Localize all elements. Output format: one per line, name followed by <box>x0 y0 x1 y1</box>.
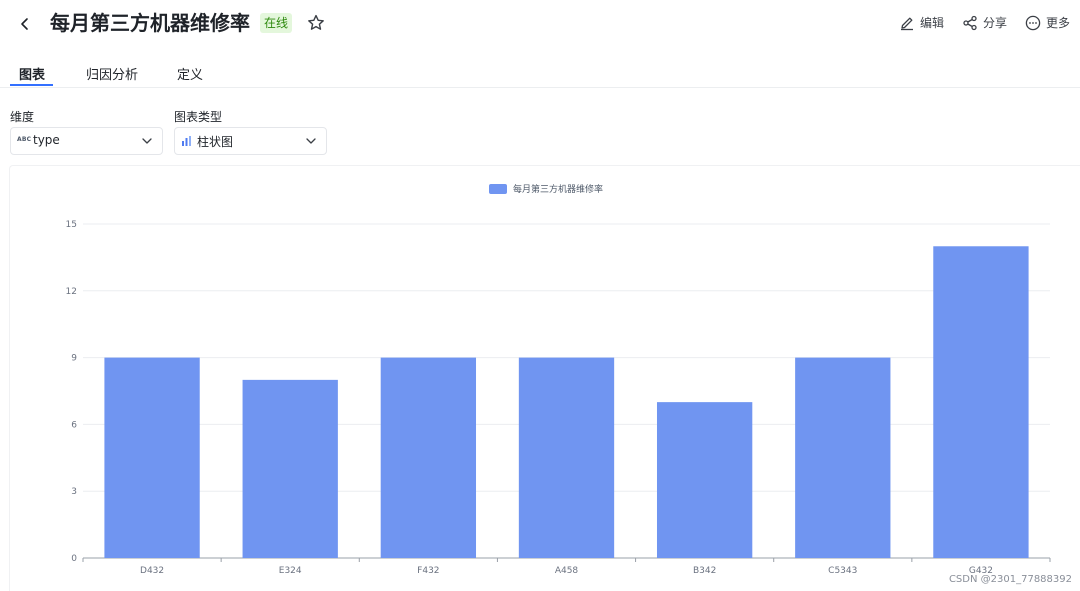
bar-B342[interactable] <box>656 402 753 558</box>
bar-F432[interactable] <box>380 357 477 558</box>
x-tick-label: A458 <box>555 566 579 576</box>
bar-chart: 03691215D432 E324 F432 A458 B342 C5343 G432 <box>66 220 1051 576</box>
y-tick-label: 6 <box>71 420 77 430</box>
y-tick-label: 12 <box>66 287 77 297</box>
bar-A458[interactable] <box>518 357 615 558</box>
y-tick-label: 0 <box>71 554 77 564</box>
bar-C5343[interactable] <box>795 357 891 558</box>
bar-G432[interactable] <box>933 246 1029 558</box>
bar-E324[interactable] <box>242 379 338 558</box>
x-tick-label: C5343 <box>828 566 857 576</box>
y-tick-label: 9 <box>71 354 77 364</box>
x-tick-label: F432 <box>417 566 439 576</box>
watermark: CSDN @2301_77888392 <box>948 574 1072 585</box>
x-tick-label: E324 <box>279 566 302 576</box>
x-tick-label: B342 <box>693 566 716 576</box>
bar-D432[interactable] <box>104 357 200 558</box>
x-tick-label: D432 <box>140 566 164 576</box>
y-tick-label: 3 <box>71 487 77 497</box>
y-tick-label: 15 <box>66 220 77 230</box>
